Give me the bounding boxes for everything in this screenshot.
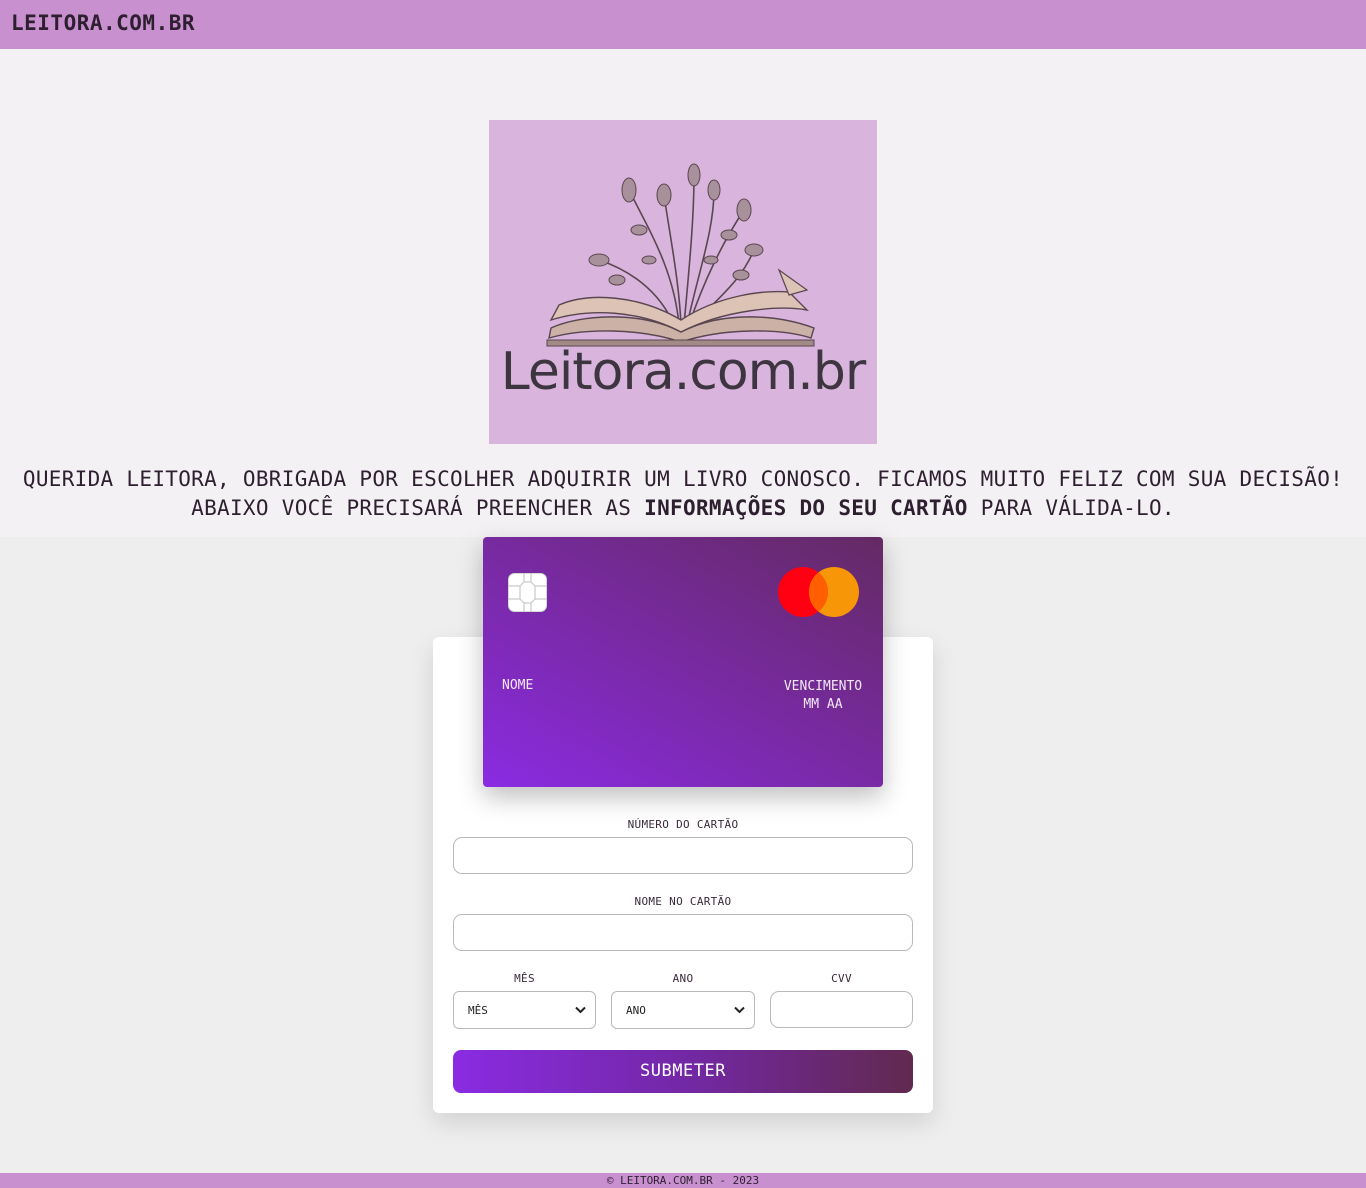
credit-card-preview: NOME VENCIMENTO MM AA [483,537,883,787]
chevron-down-icon [734,1006,745,1014]
intro-text-end: PARA VÁLIDA-LO. [967,496,1175,520]
site-brand[interactable]: LEITORA.COM.BR [11,11,195,35]
card-number-input[interactable] [453,837,913,874]
month-selected-value: MÊS [468,1004,488,1017]
card-expiry: VENCIMENTO MM AA [773,678,873,714]
month-label: MÊS [514,972,535,985]
submit-button[interactable]: SUBMETER [453,1050,913,1093]
mastercard-logo-icon [778,567,859,617]
year-label: ANO [672,972,694,985]
site-logo: Leitora.com.br [489,120,877,444]
book-flowers-illustration [546,163,815,347]
card-expiry-value: MM AA [803,697,843,712]
card-chip-icon [508,573,547,612]
card-expiry-label: VENCIMENTO [783,679,863,694]
card-number-label: NÚMERO DO CARTÃO [627,818,739,831]
chevron-down-icon [575,1006,586,1014]
month-select[interactable]: MÊS [453,991,596,1029]
cvv-input[interactable] [770,991,913,1028]
footer: © LEITORA.COM.BR - 2023 [0,1173,1366,1188]
top-bar: LEITORA.COM.BR [0,0,1366,49]
year-select[interactable]: ANO [611,991,755,1029]
card-name-input[interactable] [453,914,913,951]
logo-text: Leitora.com.br [500,342,866,402]
footer-copyright: © LEITORA.COM.BR - 2023 [606,1174,760,1187]
intro-message: QUERIDA LEITORA, OBRIGADA POR ESCOLHER A… [20,465,1346,523]
card-holder-name: NOME [502,678,534,693]
hero-section: Leitora.com.br QUERIDA LEITORA, OBRIGADA… [0,49,1366,537]
card-name-label: NOME NO CARTÃO [634,895,732,908]
intro-emphasis: INFORMAÇÕES DO SEU CARTÃO [644,496,968,520]
cvv-label: CVV [831,972,852,985]
year-selected-value: ANO [626,1004,646,1017]
